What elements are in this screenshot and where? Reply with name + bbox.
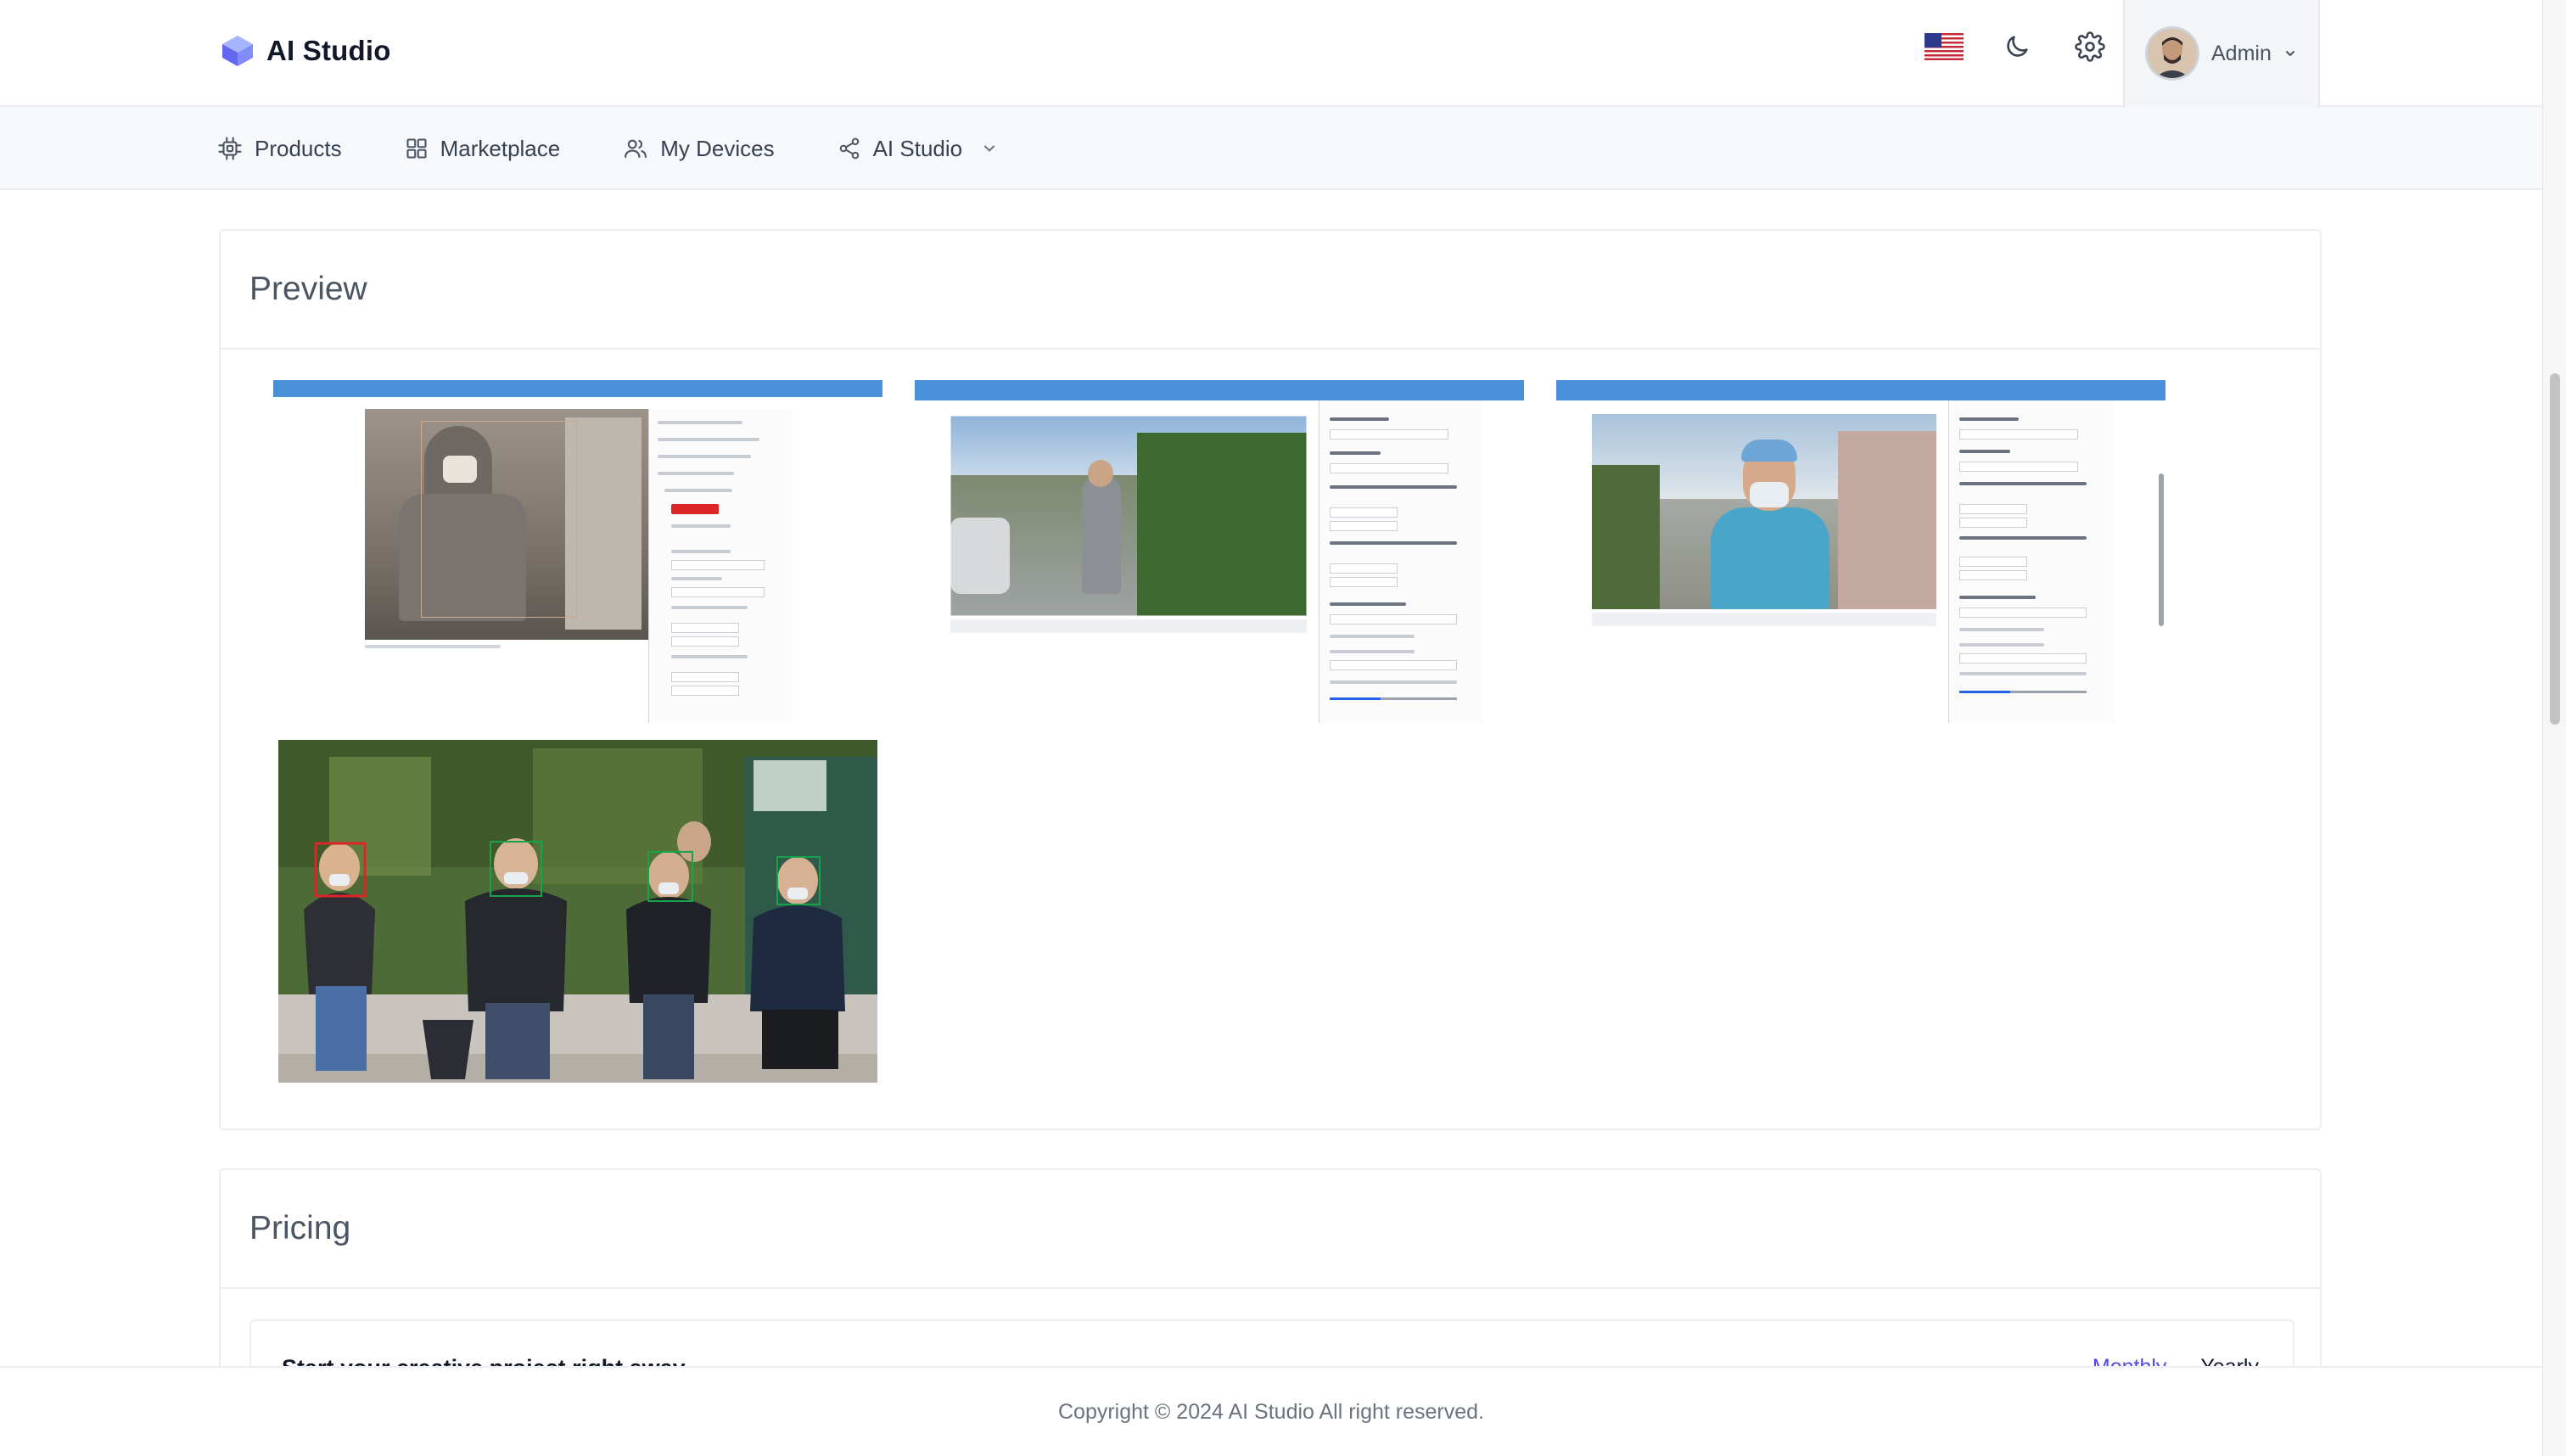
pricing-title: Pricing	[249, 1210, 351, 1246]
copyright-text: Copyright © 2024 AI Studio All right res…	[1057, 1399, 1485, 1424]
scrollbar-thumb[interactable]	[2550, 373, 2560, 725]
top-header: AI Studio Admin	[0, 0, 2542, 107]
dark-mode-toggle[interactable]	[1997, 27, 2037, 66]
page-scrollbar[interactable]	[2542, 0, 2566, 1456]
nav-item-ai-studio[interactable]: AI Studio	[838, 136, 999, 162]
chevron-down-icon	[2285, 51, 2294, 56]
people-masks-photo	[278, 740, 877, 1083]
users-icon	[625, 139, 647, 159]
preview-title: Preview	[249, 271, 367, 307]
user-name: Admin	[2211, 41, 2272, 65]
us-flag-icon	[1924, 33, 1964, 60]
settings-button[interactable]	[2070, 27, 2109, 66]
avatar-image	[2148, 29, 2197, 78]
nav-label-marketplace: Marketplace	[440, 135, 561, 161]
screenshot-app-ui	[915, 380, 1524, 723]
preview-card-header: Preview	[221, 231, 2320, 350]
preview-image-4[interactable]	[278, 740, 877, 1083]
nav-label-ai-studio: AI Studio	[872, 135, 963, 161]
avatar	[2145, 26, 2199, 81]
brand-logo-icon	[222, 36, 253, 66]
nav-item-marketplace[interactable]: Marketplace	[405, 135, 561, 162]
nav-label-products: Products	[255, 135, 342, 161]
footer: Copyright © 2024 AI Studio All right res…	[0, 1366, 2542, 1456]
screenshot-app-ui	[273, 380, 882, 723]
share-icon	[839, 137, 859, 160]
screenshot-app-ui	[1556, 380, 2165, 723]
language-selector[interactable]	[1924, 27, 1964, 66]
grid-icon	[406, 138, 427, 159]
chevron-down-icon	[984, 145, 995, 152]
moon-icon	[2007, 36, 2028, 57]
preview-image-3[interactable]	[1556, 380, 2165, 723]
brand-logo-link[interactable]: AI Studio	[221, 34, 391, 68]
preview-image-2[interactable]	[915, 380, 1524, 723]
header-tools	[1924, 27, 2109, 66]
page: AI Studio Admin Products Marketplace My …	[0, 0, 2566, 1456]
gear-icon	[2075, 31, 2105, 62]
brand-name: AI Studio	[266, 35, 391, 66]
main-navbar: Products Marketplace My Devices AI Studi…	[0, 107, 2542, 190]
preview-card: Preview	[219, 229, 2322, 1130]
nav-items: Products Marketplace My Devices AI Studi…	[217, 107, 998, 190]
pricing-card-header: Pricing	[221, 1170, 2320, 1289]
nav-label-my-devices: My Devices	[660, 135, 775, 161]
user-menu[interactable]: Admin	[2123, 0, 2320, 107]
nav-item-my-devices[interactable]: My Devices	[623, 135, 775, 162]
preview-image-1[interactable]	[273, 380, 882, 723]
chip-icon	[218, 137, 242, 160]
nav-item-products[interactable]: Products	[217, 136, 342, 162]
